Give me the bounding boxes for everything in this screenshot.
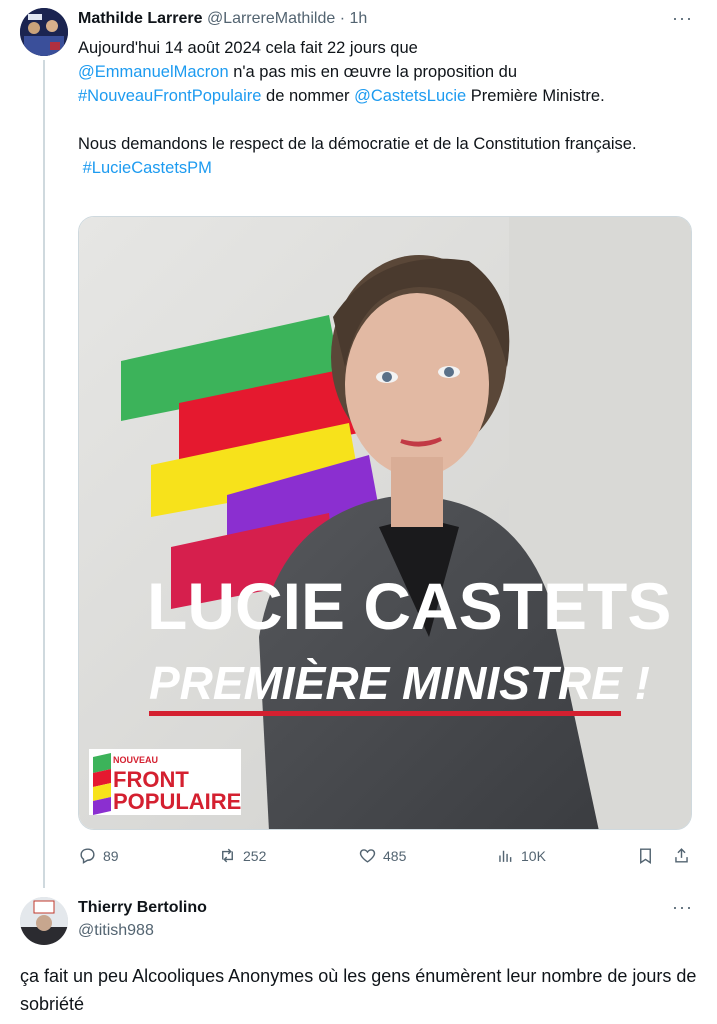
like-count: 485 [383, 847, 407, 864]
headline-name: LUCIE CASTETS [147, 569, 671, 643]
text-line-1: Aujourd'hui 14 août 2024 cela fait 22 jo… [78, 39, 418, 57]
views-icon [499, 850, 512, 862]
tweet-paragraph-2: Nous demandons le respect de la démocrat… [78, 132, 688, 180]
bookmark-button[interactable] [636, 846, 655, 865]
reply-author-handle[interactable]: @titish988 [78, 922, 154, 940]
retweet-button[interactable]: 252 [218, 846, 266, 865]
tweet-header: Mathilde Larrere @LarrereMathilde · 1h [78, 10, 367, 28]
tweet-time[interactable]: 1h [349, 10, 367, 27]
reply-more-icon[interactable]: ··· [672, 897, 693, 918]
like-button[interactable]: 485 [358, 846, 406, 865]
hashtag-nfp-link[interactable]: #NouveauFrontPopulaire [78, 87, 261, 105]
text-line-2: n'a pas mis en œuvre la proposition du [228, 63, 518, 81]
author-name[interactable]: Mathilde Larrere [78, 10, 202, 27]
retweet-icon [222, 848, 233, 863]
text-paragraph-2: Nous demandons le respect de la démocrat… [78, 135, 637, 153]
action-bar: 89 252 485 10K [78, 846, 694, 870]
share-button[interactable] [672, 846, 691, 865]
author-handle[interactable]: @LarrereMathilde [207, 10, 335, 27]
retweet-count: 252 [243, 847, 267, 864]
reply-author-avatar[interactable] [20, 897, 68, 945]
logo-top: NOUVEAU [113, 755, 158, 765]
like-icon [359, 849, 376, 863]
share-icon [675, 848, 688, 863]
reply-author-name[interactable]: Thierry Bertolino [78, 899, 207, 917]
headline-underline [149, 711, 621, 716]
thread-line [43, 60, 45, 888]
separator-dot: · [339, 10, 346, 27]
logo-bottom: POPULAIRE [113, 789, 241, 814]
reply-count: 89 [103, 847, 119, 864]
reply-button[interactable]: 89 [78, 846, 119, 865]
text-line-3-end: Première Ministre. [466, 87, 605, 105]
views-button[interactable]: 10K [496, 846, 546, 865]
mention-macron-link[interactable]: @EmmanuelMacron [78, 63, 229, 81]
headline-title: PREMIÈRE MINISTRE ! [149, 657, 650, 709]
mention-castets-link[interactable]: @CastetsLucie [354, 87, 466, 105]
views-count: 10K [521, 847, 546, 864]
tweet-image[interactable]: LUCIE CASTETS PREMIÈRE MINISTRE ! NOUVEA… [78, 216, 692, 830]
text-line-3-mid: de nommer [261, 87, 355, 105]
reply-text: ça fait un peu Alcooliques Anonymes où l… [20, 966, 697, 1014]
author-avatar[interactable] [20, 8, 68, 56]
reply-icon [80, 848, 95, 864]
nfp-logo: NOUVEAU FRONT POPULAIRE [89, 749, 241, 815]
hashtag-pm-link[interactable]: #LucieCastetsPM [83, 159, 212, 177]
tweet-text: Aujourd'hui 14 août 2024 cela fait 22 jo… [78, 36, 688, 180]
tweet-paragraph-1: Aujourd'hui 14 août 2024 cela fait 22 jo… [78, 36, 688, 108]
more-icon[interactable]: ··· [672, 8, 693, 29]
bookmark-icon [640, 848, 651, 864]
